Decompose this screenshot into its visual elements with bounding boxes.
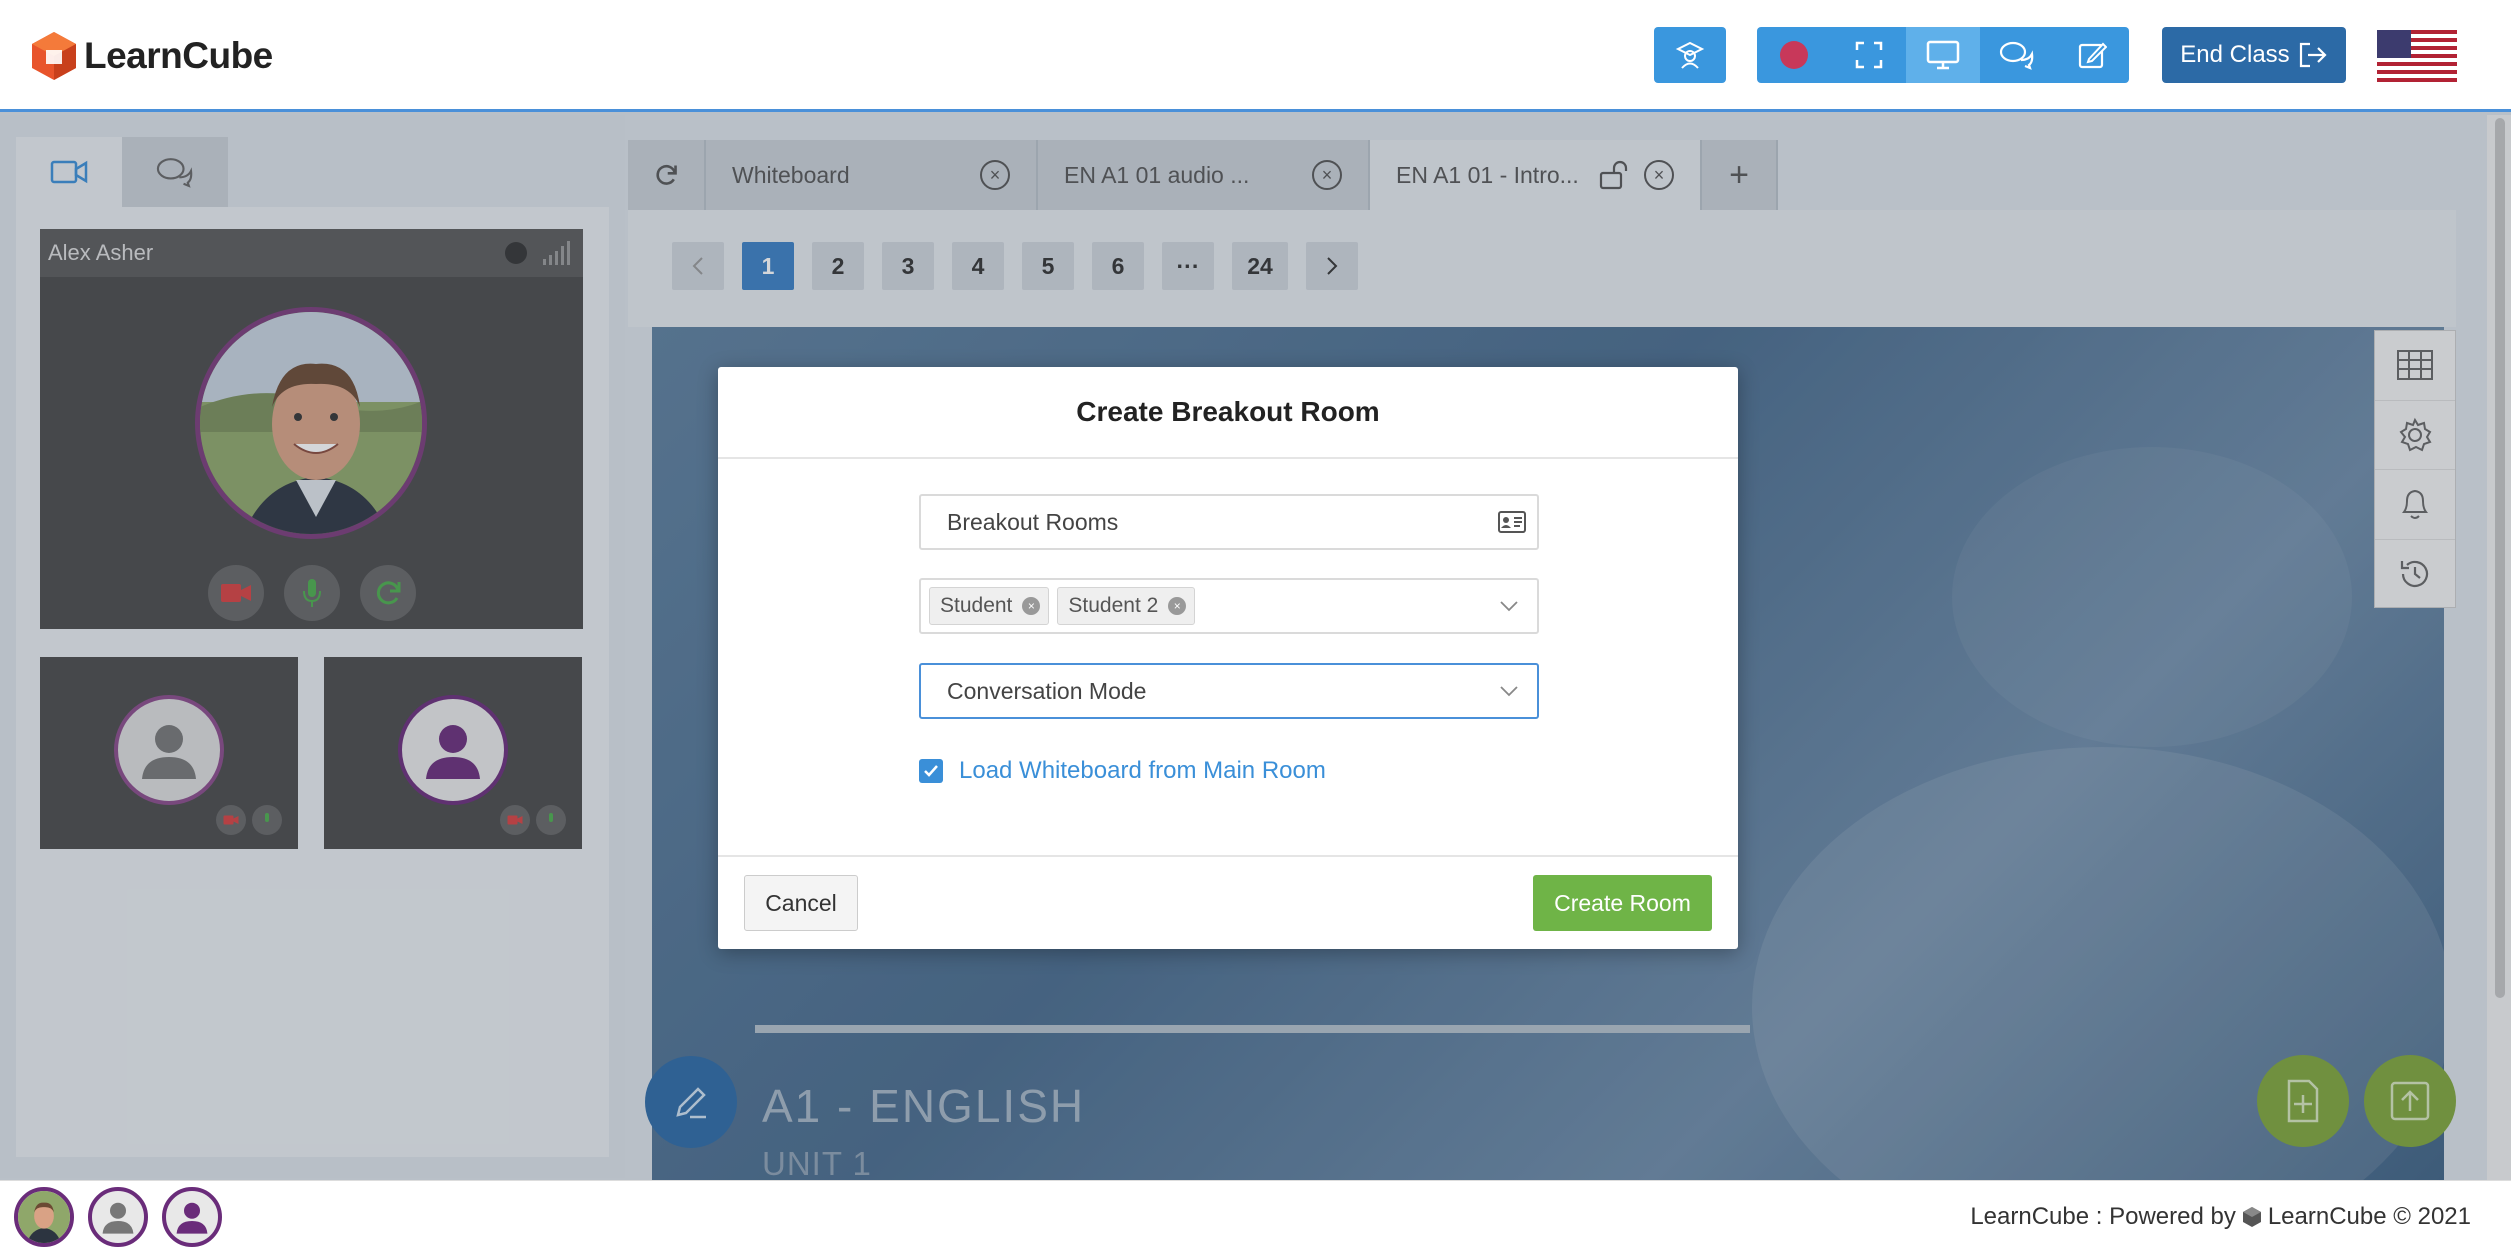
cube-logo-icon	[32, 32, 76, 80]
record-icon	[1780, 41, 1809, 69]
load-whiteboard-label[interactable]: Load Whiteboard from Main Room	[959, 757, 1326, 785]
remove-tag-icon[interactable]: ×	[1022, 597, 1041, 615]
chevron-down-icon	[1500, 601, 1518, 612]
record-button[interactable]	[1757, 27, 1831, 83]
edit-icon	[2078, 42, 2107, 69]
brand-name: LearnCube	[84, 35, 273, 76]
create-room-button[interactable]: Create Room	[1533, 875, 1712, 931]
load-whiteboard-checkbox[interactable]	[919, 759, 943, 783]
end-class-button[interactable]: End Class	[2162, 27, 2346, 83]
chat-bubbles-icon	[2000, 41, 2034, 70]
participants-select[interactable]: Student × Student 2 ×	[919, 578, 1539, 634]
end-class-label: End Class	[2180, 41, 2290, 68]
edit-button[interactable]	[2055, 27, 2129, 83]
participant-tag-label: Student	[940, 594, 1013, 617]
participant-tag: Student 2 ×	[1057, 587, 1196, 625]
mode-select[interactable]: Conversation Mode	[919, 663, 1539, 719]
screen-share-button[interactable]	[1905, 27, 1981, 83]
footer-credit: LearnCube : Powered by LearnCube © 2021	[1970, 1203, 2471, 1231]
person-photo	[18, 1191, 70, 1243]
toolbar-group	[1757, 27, 2129, 83]
dialog-footer: Cancel Create Room	[718, 855, 1738, 949]
load-whiteboard-option[interactable]: Load Whiteboard from Main Room	[919, 757, 1326, 785]
participant-avatar-student-2[interactable]	[162, 1187, 222, 1247]
dialog-title: Create Breakout Room	[718, 367, 1738, 459]
fullscreen-button[interactable]	[1831, 27, 1905, 83]
user-silhouette-icon	[176, 1202, 208, 1234]
footer-text-right: LearnCube © 2021	[2267, 1203, 2471, 1230]
chat-button[interactable]	[1980, 27, 2054, 83]
teacher-button[interactable]	[1654, 27, 1726, 83]
participant-tag: Student ×	[929, 587, 1050, 625]
fullscreen-icon	[1855, 41, 1882, 69]
remove-tag-icon[interactable]: ×	[1168, 597, 1187, 615]
chevron-down-icon	[1500, 686, 1518, 697]
monitor-icon	[1926, 40, 1960, 70]
create-breakout-room-dialog: Create Breakout Room Breakout Rooms Stud…	[718, 367, 1738, 949]
participant-avatar-student[interactable]	[88, 1187, 148, 1247]
cancel-button[interactable]: Cancel	[744, 875, 858, 931]
footer-text-left: LearnCube : Powered by	[1970, 1203, 2236, 1230]
room-name-field[interactable]: Breakout Rooms	[919, 494, 1539, 550]
participant-tag-label: Student 2	[1068, 594, 1159, 617]
bottom-bar: LearnCube : Powered by LearnCube © 2021	[0, 1180, 2511, 1252]
top-header: LearnCube End Class	[0, 0, 2511, 112]
id-card-icon	[1498, 511, 1526, 533]
room-name-value: Breakout Rooms	[947, 508, 1119, 535]
us-flag-icon[interactable]	[2377, 30, 2457, 82]
checkmark-icon	[924, 765, 938, 777]
user-silhouette-icon	[102, 1202, 134, 1234]
exit-icon	[2299, 42, 2327, 68]
learncube-logo[interactable]: LearnCube	[30, 30, 273, 82]
participant-avatar-alex[interactable]	[14, 1187, 74, 1247]
mode-value: Conversation Mode	[947, 677, 1147, 704]
cube-icon	[2242, 1207, 2261, 1227]
teacher-icon	[1675, 41, 1705, 69]
